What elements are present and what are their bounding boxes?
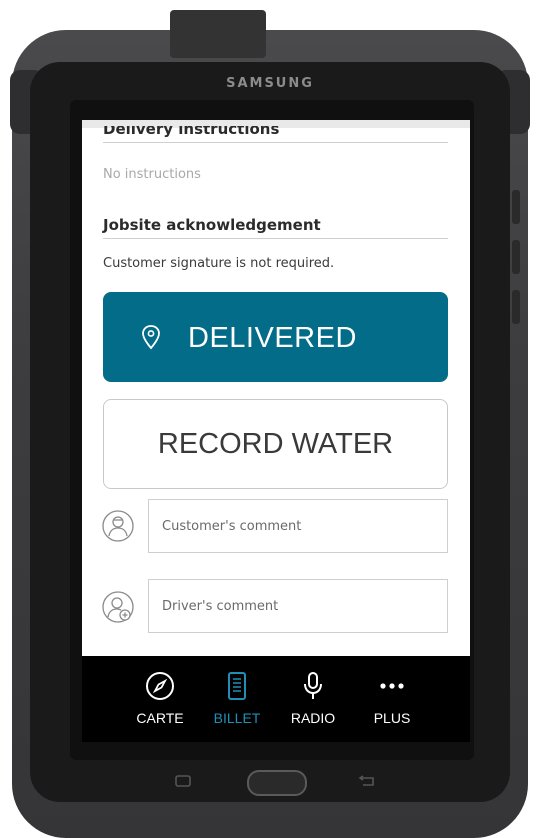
delivered-button[interactable]: DELIVERED: [103, 292, 448, 382]
bottom-navigation: CARTE BILLET RADIO PLUS: [82, 656, 470, 742]
divider: [103, 142, 448, 143]
driver-avatar-icon: [102, 591, 134, 623]
record-water-button[interactable]: RECORD WATER: [103, 399, 448, 489]
case-clip: [170, 10, 266, 58]
delivered-label: DELIVERED: [188, 322, 357, 354]
back-key-icon[interactable]: [355, 774, 379, 788]
delivery-instructions-text: No instructions: [103, 167, 201, 182]
divider: [103, 238, 448, 239]
driver-comment-input[interactable]: [160, 580, 434, 632]
customer-comment-input[interactable]: [160, 500, 434, 552]
customer-comment-field[interactable]: [148, 499, 448, 553]
nav-label-radio: RADIO: [290, 710, 336, 726]
jobsite-text: Customer signature is not required.: [103, 256, 335, 271]
driver-comment-field[interactable]: [148, 579, 448, 633]
nav-item-plus[interactable]: PLUS: [362, 670, 422, 726]
customer-avatar-icon: [102, 510, 134, 542]
volume-button: [512, 240, 520, 274]
jobsite-heading: Jobsite acknowledgement: [103, 216, 321, 234]
record-water-label: RECORD WATER: [157, 428, 394, 460]
nav-item-radio[interactable]: RADIO: [283, 670, 343, 726]
nav-label-plus: PLUS: [373, 710, 411, 726]
more-dots-icon: [380, 683, 404, 689]
power-button: [512, 290, 520, 324]
device-brand: SAMSUNG: [226, 76, 314, 91]
nav-item-carte[interactable]: CARTE: [130, 670, 190, 726]
nav-label-billet: BILLET: [213, 710, 261, 726]
home-button[interactable]: [247, 770, 307, 796]
microphone-icon: [304, 672, 322, 699]
compass-icon: [146, 672, 174, 700]
nav-label-carte: CARTE: [136, 710, 184, 726]
ticket-icon: [228, 672, 246, 700]
ticket-content: Delivery instructions No instructions Jo…: [82, 120, 470, 656]
recent-apps-key-icon[interactable]: [170, 774, 196, 788]
location-pin-icon: [142, 325, 160, 350]
volume-button: [512, 190, 520, 224]
nav-item-billet[interactable]: BILLET: [207, 670, 267, 726]
device-screen: Delivery instructions No instructions Jo…: [82, 120, 470, 742]
